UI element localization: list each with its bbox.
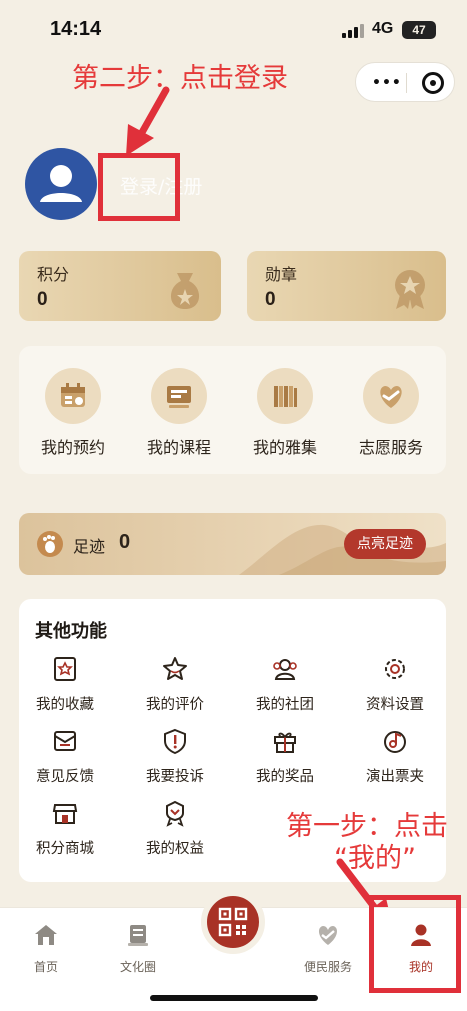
function-label: 资料设置	[366, 697, 424, 713]
avatar[interactable]	[25, 148, 97, 220]
function-label: 我的权益	[146, 841, 204, 857]
more-icon[interactable]: •••	[372, 75, 402, 91]
function-my-prizes[interactable]: 我的奖品	[235, 727, 335, 786]
quick-nav-reservation[interactable]: 我的预约	[23, 368, 123, 458]
quick-nav-label: 我的课程	[146, 438, 211, 457]
points-value: 0	[37, 289, 48, 310]
footprint-card[interactable]: 足迹 0 点亮足迹	[19, 513, 446, 575]
annotation-box-mine-tab	[369, 895, 461, 993]
footprint-label: 足迹	[73, 537, 106, 556]
heart-handshake-icon	[363, 368, 419, 424]
group-icon	[273, 659, 297, 680]
annotation-box-login	[98, 153, 180, 221]
rights-icon	[166, 800, 184, 827]
complaint-icon	[164, 728, 186, 755]
gift-icon	[274, 732, 296, 753]
capsule-divider	[406, 73, 407, 93]
function-feedback[interactable]: 意见反馈	[15, 727, 115, 786]
function-label: 我的评价	[146, 697, 204, 713]
function-label: 意见反馈	[36, 769, 94, 785]
quick-nav-label: 我的雅集	[252, 438, 317, 457]
network-type: 4G	[372, 20, 394, 37]
home-indicator	[150, 995, 318, 1001]
other-functions-title: 其他功能	[35, 621, 107, 642]
signal-icon	[342, 24, 364, 38]
calendar-icon	[45, 368, 101, 424]
course-icon	[151, 368, 207, 424]
tab-label: 便民服务	[303, 960, 352, 974]
medals-value: 0	[265, 289, 276, 310]
quick-nav-label: 志愿服务	[358, 438, 423, 457]
function-label: 我的奖品	[256, 769, 314, 785]
annotation-arrow-step2	[126, 86, 170, 156]
function-complaint[interactable]: 我要投诉	[125, 727, 225, 786]
points-label: 积分	[37, 265, 70, 284]
collect-icon	[54, 657, 76, 681]
function-label: 积分商城	[36, 841, 94, 857]
gear-icon	[385, 659, 405, 679]
quick-nav-gatherings[interactable]: 我的雅集	[235, 368, 335, 458]
default-user-icon	[40, 165, 82, 202]
culture-icon	[128, 925, 148, 946]
money-bag-icon	[170, 273, 200, 309]
light-up-footprint-button[interactable]: 点亮足迹	[344, 529, 426, 559]
function-my-clubs[interactable]: 我的社团	[235, 655, 335, 714]
footprint-count: 0	[119, 531, 131, 553]
quick-nav-courses[interactable]: 我的课程	[129, 368, 229, 458]
shop-icon	[52, 804, 78, 824]
function-label: 我的社团	[256, 697, 314, 713]
battery-indicator: 47	[402, 21, 436, 39]
medals-label: 勋章	[265, 265, 298, 284]
tab-services[interactable]: 便民服务	[288, 922, 368, 975]
quick-nav-card: 我的预约 我的课程 我的雅集 志愿服务	[19, 346, 446, 474]
close-miniprogram-icon[interactable]	[422, 72, 444, 94]
feedback-icon	[54, 731, 76, 751]
quick-nav-volunteer[interactable]: 志愿服务	[341, 368, 441, 458]
qr-code-icon	[218, 907, 248, 937]
tab-label: 文化圈	[119, 960, 156, 974]
annotation-step2: 第二步：点击登录	[72, 63, 288, 94]
footprint-icon	[37, 531, 63, 557]
tab-home[interactable]: 首页	[6, 922, 86, 975]
service-icon	[318, 926, 338, 945]
status-time: 14:14	[50, 18, 102, 40]
medal-icon	[395, 270, 425, 309]
scan-qr-button[interactable]	[201, 890, 265, 954]
function-my-collection[interactable]: 我的收藏	[15, 655, 115, 714]
tab-culture[interactable]: 文化圈	[98, 922, 178, 975]
star-icon	[163, 657, 187, 680]
ticket-icon	[384, 731, 406, 753]
function-ticket-wallet[interactable]: 演出票夹	[345, 727, 445, 786]
medals-card[interactable]: 勋章 0	[247, 251, 446, 321]
function-label: 我的收藏	[36, 697, 94, 713]
function-my-rights[interactable]: 我的权益	[125, 799, 225, 858]
quick-nav-label: 我的预约	[40, 438, 105, 457]
home-icon	[35, 925, 57, 945]
function-label: 我要投诉	[146, 769, 204, 785]
books-icon	[257, 368, 313, 424]
function-points-mall[interactable]: 积分商城	[15, 799, 115, 858]
function-label: 演出票夹	[366, 769, 424, 785]
function-my-reviews[interactable]: 我的评价	[125, 655, 225, 714]
miniprogram-capsule: •••	[355, 62, 455, 102]
function-profile-settings[interactable]: 资料设置	[345, 655, 445, 714]
points-card[interactable]: 积分 0	[19, 251, 221, 321]
tab-label: 首页	[33, 960, 58, 974]
